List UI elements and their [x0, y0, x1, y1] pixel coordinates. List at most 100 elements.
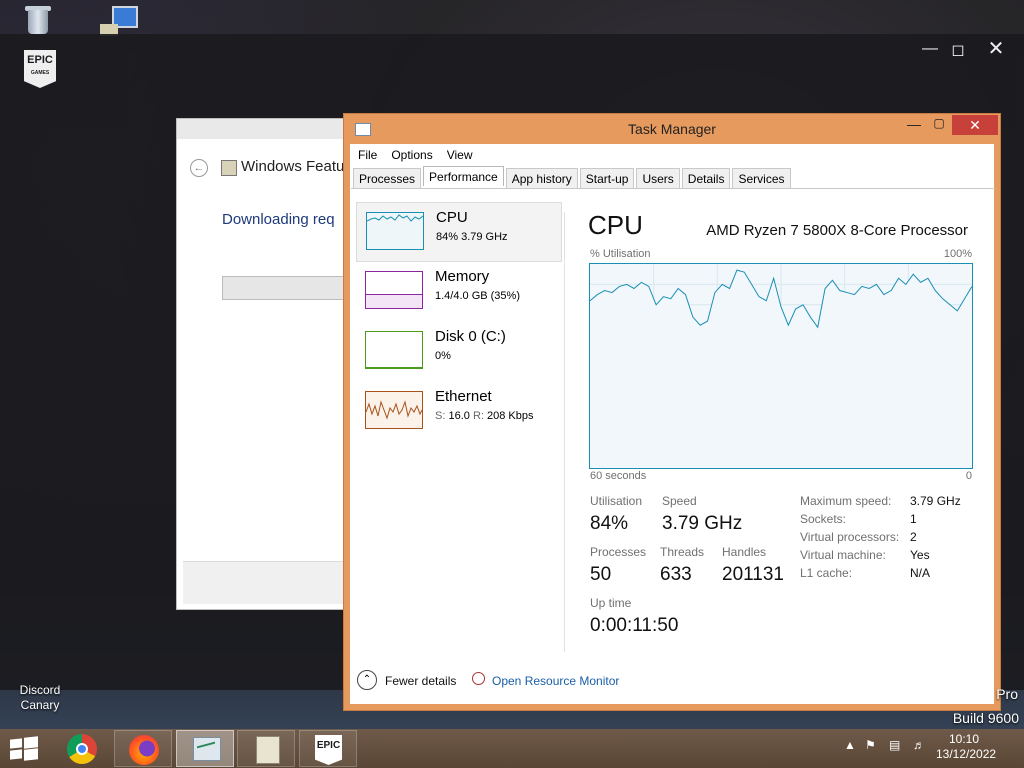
menu-bar: File Options View — [351, 145, 480, 165]
tab-users[interactable]: Users — [636, 168, 680, 188]
graph-y-label: % Utilisation — [590, 248, 651, 260]
back-arrow-icon[interactable]: ← — [190, 159, 208, 177]
dialog-title: Windows Featu — [241, 158, 345, 175]
uptime-value: 0:00:11:50 — [590, 615, 679, 636]
threads-label: Threads — [660, 545, 705, 559]
tab-processes[interactable]: Processes — [353, 168, 422, 188]
dialog-footer — [183, 561, 349, 604]
menu-file[interactable]: File — [351, 145, 384, 165]
tab-bar: Processes Performance App history Start-… — [353, 166, 793, 188]
spec-label: Maximum speed: — [800, 494, 892, 508]
taskbar-firefox-button[interactable] — [114, 730, 172, 767]
handles-value: 201131 — [722, 564, 784, 585]
network-computer-icon[interactable] — [98, 6, 138, 36]
epic-maximize-button[interactable]: ◻ — [944, 40, 972, 60]
handles-label: Handles — [722, 545, 767, 559]
spec-value: 2 — [910, 530, 917, 544]
resource-item-ethernet[interactable]: Ethernet S: 16.0 R: 208 Kbps — [356, 382, 560, 440]
tab-details[interactable]: Details — [681, 168, 731, 188]
spec-label: Virtual processors: — [800, 530, 900, 544]
resource-item-cpu[interactable]: CPU 84% 3.79 GHz — [356, 202, 562, 262]
epic-close-button[interactable]: ✕ — [982, 36, 1010, 61]
download-progress-bar — [222, 276, 351, 300]
spec-value: 1 — [910, 512, 917, 526]
resource-name: CPU — [436, 209, 468, 226]
memory-thumbnail-graph — [365, 271, 423, 309]
fewer-details-link[interactable]: Fewer details — [385, 674, 456, 688]
resource-item-disk[interactable]: Disk 0 (C:) 0% — [356, 322, 560, 380]
window-title: Task Manager — [628, 121, 716, 137]
show-hidden-icons-chevron-icon[interactable]: ▲ — [844, 738, 856, 752]
taskbar-epic-games-button[interactable]: EPIC — [299, 730, 357, 767]
graph-y-max: 100% — [943, 248, 972, 260]
taskbar-chrome-button[interactable] — [53, 730, 111, 767]
threads-value: 633 — [660, 564, 692, 585]
firefox-icon — [129, 735, 159, 765]
uptime-label: Up time — [590, 596, 632, 610]
tab-divider — [351, 188, 995, 189]
clock-time: 10:10 — [948, 732, 980, 746]
spec-label: Sockets: — [800, 512, 847, 526]
graph-x-right-label: 0 — [965, 470, 972, 482]
spec-label: L1 cache: — [800, 566, 853, 580]
windows-features-icon — [221, 160, 237, 176]
graph-x-left-label: 60 seconds — [590, 470, 647, 482]
utilisation-value: 84% — [590, 513, 629, 534]
resource-value: 0% — [435, 350, 451, 362]
chevron-up-icon[interactable]: ⌃ — [357, 670, 377, 690]
resource-value: 1.4/4.0 GB (35%) — [435, 290, 520, 302]
cpu-graph-svg — [589, 264, 973, 468]
cpu-utilisation-graph — [589, 263, 973, 469]
spec-label: Virtual machine: — [800, 548, 886, 562]
taskbar-clock[interactable]: 10:10 13/12/2022 — [936, 732, 997, 762]
dialog-titlebar — [177, 119, 349, 139]
cpu-model-name: AMD Ryzen 7 5800X 8-Core Processor — [706, 222, 968, 239]
epic-minimize-button[interactable]: — — [916, 40, 944, 58]
detail-heading: CPU — [588, 210, 643, 240]
processes-label: Processes — [590, 545, 647, 559]
installer-icon — [256, 736, 280, 764]
task-manager-icon — [193, 737, 221, 761]
resource-name: Memory — [435, 268, 490, 285]
menu-options[interactable]: Options — [384, 145, 439, 165]
epic-games-icon: EPIC — [315, 735, 342, 765]
maximize-button[interactable]: ▢ — [929, 116, 949, 136]
edition-watermark: Pro — [996, 686, 1018, 702]
spec-value: 3.79 GHz — [910, 494, 961, 508]
tab-app-history[interactable]: App history — [505, 168, 578, 188]
cpu-thumbnail-graph — [366, 212, 424, 250]
action-center-flag-icon[interactable]: ⚑ — [865, 738, 876, 752]
mouse-cursor — [596, 582, 603, 598]
resource-monitor-icon — [472, 672, 485, 685]
tab-performance[interactable]: Performance — [423, 166, 504, 186]
clock-date: 13/12/2022 — [936, 747, 997, 761]
utilisation-label: Utilisation — [590, 494, 643, 508]
menu-view[interactable]: View — [440, 145, 480, 165]
tab-start-up[interactable]: Start-up — [579, 168, 635, 188]
chrome-icon — [67, 734, 97, 764]
close-button[interactable]: ✕ — [952, 115, 998, 135]
discord-canary-label[interactable]: Discord Canary — [8, 683, 72, 713]
disk-thumbnail-graph — [365, 331, 423, 369]
taskbar-task-manager-button[interactable] — [176, 730, 234, 767]
windows-features-dialog: ← Windows Featu Downloading req — [176, 118, 351, 610]
taskbar-installer-button[interactable] — [237, 730, 295, 767]
volume-muted-icon[interactable]: ♬ — [913, 738, 925, 752]
panel-divider — [564, 212, 565, 652]
task-manager-window: Task Manager — ▢ ✕ File Options View Pro… — [343, 113, 1001, 711]
taskbar: EPIC ▲ ⚑ ▤ ♬ 10:10 13/12/2022 — [0, 729, 1024, 768]
speed-label: Speed — [662, 494, 697, 508]
epic-games-logo: EPIC GAMES — [24, 50, 56, 88]
resource-value: S: 16.0 R: 208 Kbps — [435, 410, 534, 422]
spec-value: N/A — [910, 566, 931, 580]
spec-value: Yes — [910, 548, 930, 562]
resource-item-memory[interactable]: Memory 1.4/4.0 GB (35%) — [356, 262, 560, 320]
minimize-button[interactable]: — — [904, 116, 924, 136]
start-button[interactable] — [10, 736, 38, 761]
open-resource-monitor-link[interactable]: Open Resource Monitor — [492, 674, 619, 688]
tab-services[interactable]: Services — [732, 168, 791, 188]
recycle-bin-icon[interactable] — [20, 6, 56, 36]
resource-name: Ethernet — [435, 388, 492, 405]
network-icon[interactable]: ▤ — [889, 738, 900, 752]
resource-value: 84% 3.79 GHz — [436, 231, 508, 243]
